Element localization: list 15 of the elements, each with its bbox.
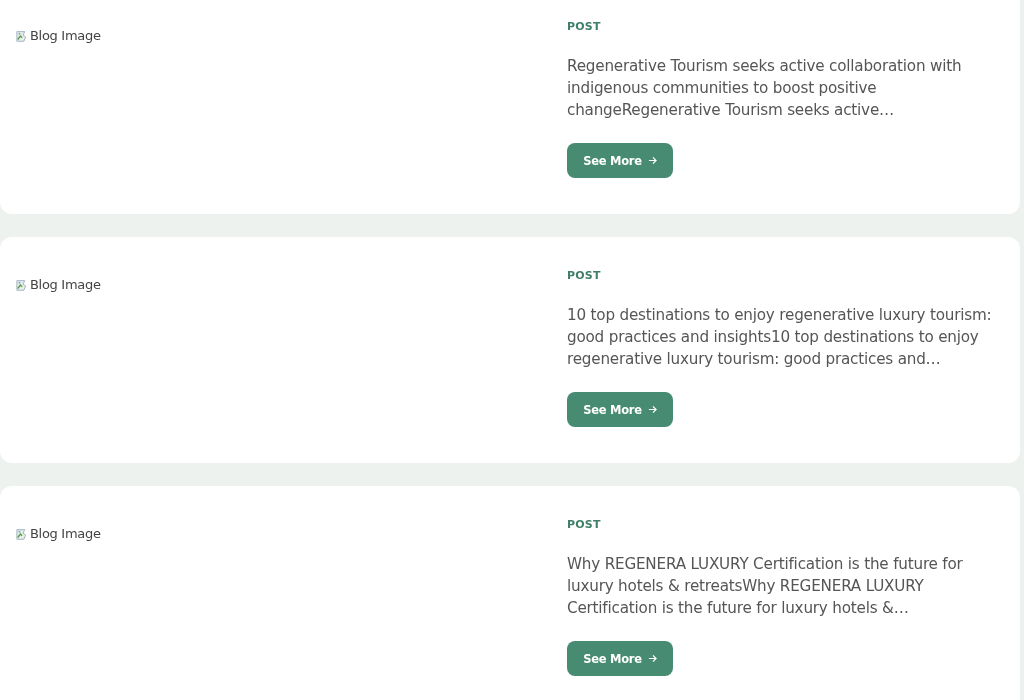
arrow-icon (647, 405, 657, 414)
post-excerpt: Why REGENERA LUXURY Certification is the future for luxury hotels & retreatsWhy REGENERA LUXURY Certification is the future for luxury hotels &… (567, 554, 964, 619)
post-excerpt: 10 top destinations to enjoy regenerative luxury tourism: good practices and insights10 top destinations to enjoy regenerative luxury tourism: good practices and… (567, 305, 993, 370)
image-alt-text: Blog Image (30, 526, 101, 541)
see-more-button[interactable]: See More (567, 392, 673, 427)
see-more-button[interactable]: See More (567, 143, 673, 178)
see-more-button[interactable]: See More (567, 641, 673, 676)
image-alt-text: Blog Image (30, 28, 101, 43)
arrow-icon (647, 654, 657, 663)
post-excerpt: Regenerative Tourism seeks active collaboration with indigenous communities to boost positive changeRegenerative Tourism seeks active… (567, 56, 963, 121)
arrow-icon (647, 156, 657, 165)
image-alt-text: Blog Image (30, 277, 101, 292)
category-label: POST (567, 20, 601, 33)
category-label: POST (567, 518, 601, 531)
category-label: POST (567, 269, 601, 282)
